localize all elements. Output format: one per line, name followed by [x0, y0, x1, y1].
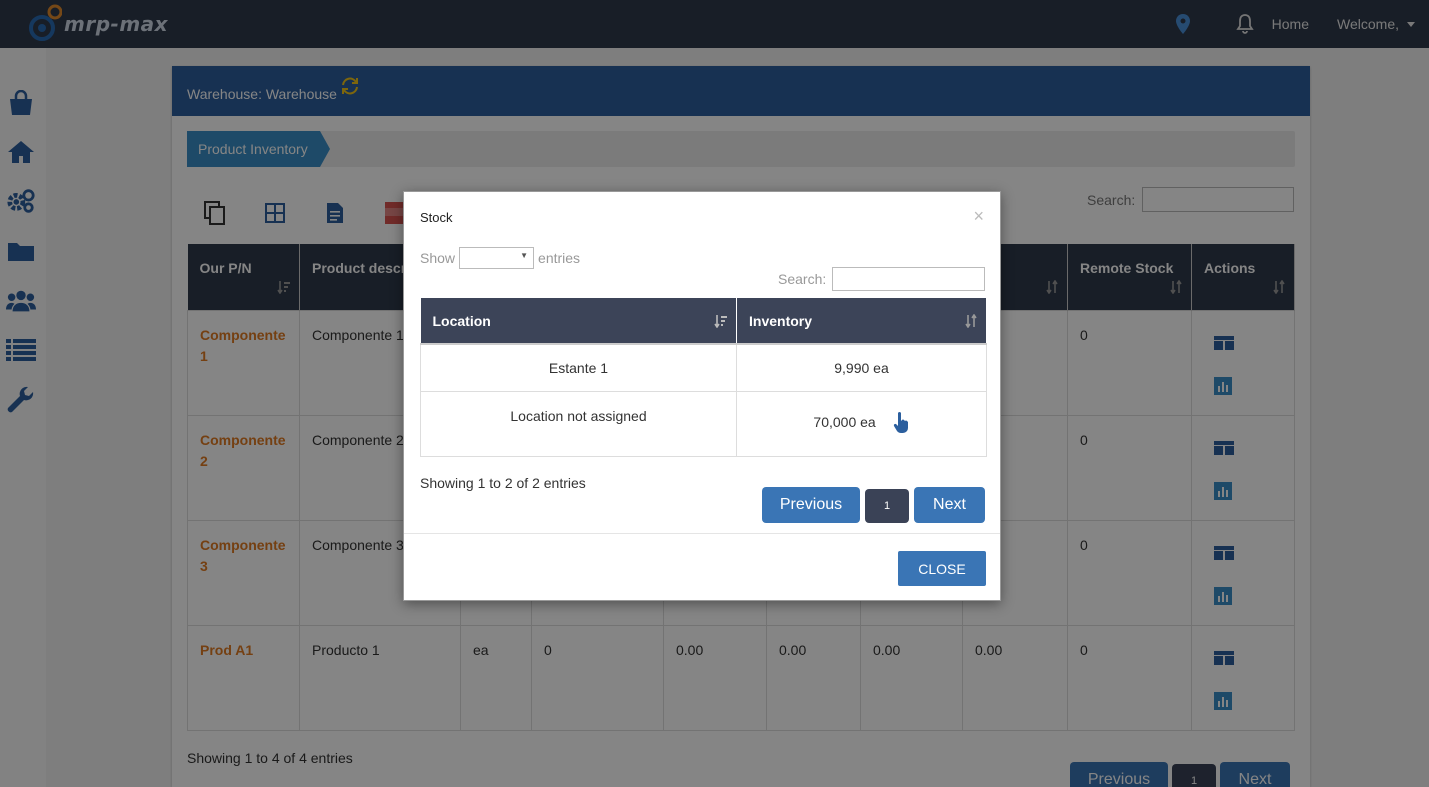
- header-inventory[interactable]: Inventory: [736, 298, 987, 345]
- modal-search-input[interactable]: [832, 267, 985, 291]
- next-button[interactable]: Next: [914, 487, 985, 523]
- previous-button[interactable]: Previous: [762, 487, 860, 523]
- modal-divider: [404, 533, 1000, 534]
- hand-pointer-icon[interactable]: [892, 411, 910, 436]
- inventory-cell: 9,990 ea: [736, 343, 987, 392]
- sort-asc-icon: [714, 314, 728, 333]
- page-1-button[interactable]: 1: [865, 489, 909, 523]
- sort-icon: [964, 313, 978, 333]
- table-row: Location not assigned 70,000 ea: [420, 390, 987, 457]
- modal-table-info: Showing 1 to 2 of 2 entries: [420, 475, 586, 491]
- close-button[interactable]: CLOSE: [898, 551, 986, 586]
- stock-table: Location Inventory Estante 1 9,990 ea Lo…: [420, 298, 987, 457]
- show-entries: Show entries: [420, 247, 580, 269]
- header-location[interactable]: Location: [420, 298, 737, 345]
- close-icon[interactable]: ×: [973, 206, 984, 226]
- location-cell: Location not assigned: [420, 390, 737, 457]
- table-row: Estante 1 9,990 ea: [420, 343, 987, 392]
- entries-select[interactable]: [459, 247, 535, 269]
- stock-modal: Stock × Show entries Search: Location In…: [403, 191, 1001, 601]
- modal-title: Stock: [420, 210, 453, 225]
- location-cell: Estante 1: [420, 343, 737, 392]
- modal-pagination: Previous 1 Next: [762, 487, 985, 523]
- inventory-cell: 70,000 ea: [736, 390, 987, 457]
- modal-search-label: Search:: [778, 271, 827, 287]
